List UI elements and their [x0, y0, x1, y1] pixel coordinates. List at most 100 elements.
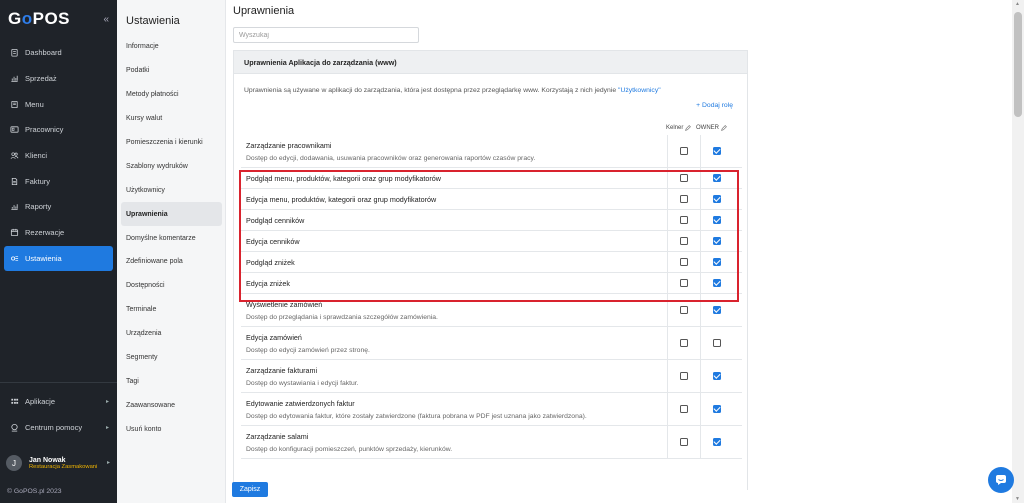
permission-description: Dostęp do edycji zamówień przez stronę.	[246, 347, 370, 354]
submenu-item-7[interactable]: Uprawnienia	[121, 202, 222, 227]
submenu-item-2[interactable]: Metody płatności	[121, 83, 222, 107]
submenu-item-13[interactable]: Segmenty	[121, 346, 222, 370]
kelner-checkbox[interactable]	[680, 405, 688, 413]
gopos-logo[interactable]: GoPOS	[8, 9, 70, 29]
chevron-right-icon: ▸	[105, 424, 109, 431]
kelner-checkbox[interactable]	[680, 174, 688, 182]
document-icon	[9, 177, 19, 186]
chevron-right-icon: ▸	[106, 460, 110, 466]
main-sidebar: GoPOS « Dashboard Sprzedaż Menu Pracownicy K…	[0, 0, 117, 503]
sidebar-divider	[0, 382, 117, 383]
sidebar-item-label: Dashboard	[25, 48, 62, 58]
permission-title: Edycja zamówień	[246, 333, 302, 342]
owner-checkbox[interactable]	[713, 372, 721, 380]
user-name: Jan Nowak	[29, 456, 66, 464]
owner-checkbox[interactable]	[713, 405, 721, 413]
kelner-checkbox[interactable]	[680, 279, 688, 287]
owner-checkbox[interactable]	[713, 174, 721, 182]
owner-checkbox[interactable]	[713, 438, 721, 446]
pencil-icon[interactable]	[721, 125, 727, 131]
sidebar-item-dashboard[interactable]: Dashboard	[0, 40, 117, 66]
page-scrollbar[interactable]: ▲ ▼	[1012, 0, 1024, 503]
owner-checkbox[interactable]	[713, 339, 721, 347]
chat-button[interactable]	[988, 467, 1014, 493]
pencil-icon[interactable]	[685, 125, 692, 131]
kelner-checkbox[interactable]	[680, 339, 688, 347]
submenu-item-12[interactable]: Urządzenia	[121, 322, 222, 346]
users-link[interactable]: "Użytkownicy"	[618, 87, 661, 94]
owner-checkbox[interactable]	[713, 279, 721, 287]
submenu-item-8[interactable]: Domyślne komentarze	[121, 226, 222, 250]
kelner-checkbox[interactable]	[680, 372, 688, 380]
submenu-item-6[interactable]: Użytkownicy	[121, 178, 222, 202]
owner-checkbox[interactable]	[713, 306, 721, 314]
collapse-sidebar-icon[interactable]: «	[103, 14, 109, 25]
sidebar-item-pracownicy[interactable]: Pracownicy	[0, 117, 117, 143]
sidebar-item-centrum-pomocy[interactable]: Centrum pomocy ▸	[0, 414, 117, 440]
kelner-checkbox[interactable]	[680, 216, 688, 224]
submenu-item-16[interactable]: Usuń konto	[121, 417, 222, 441]
permissions-table: Zarządzanie pracownikami Dostęp do edycji…	[241, 135, 742, 459]
column-header-kelner[interactable]: Kelner	[666, 125, 692, 131]
submenu-item-5[interactable]: Szablony wydruków	[121, 154, 222, 178]
owner-checkbox[interactable]	[713, 237, 721, 245]
owner-cell	[700, 360, 733, 392]
sidebar-item-faktury[interactable]: Faktury	[0, 168, 117, 194]
chevron-right-icon: ▸	[105, 398, 109, 405]
kelner-checkbox[interactable]	[680, 195, 688, 203]
owner-cell	[700, 273, 733, 293]
sidebar-item-sprzeda-[interactable]: Sprzedaż	[0, 66, 117, 92]
sidebar-item-label: Ustawienia	[25, 253, 62, 263]
scroll-down-icon[interactable]: ▼	[1015, 496, 1020, 502]
submenu-item-15[interactable]: Zaawansowane	[121, 393, 222, 417]
user-menu[interactable]: J Jan Nowak Restauracja Zasmakowani ▸	[6, 452, 114, 474]
kelner-checkbox[interactable]	[680, 306, 688, 314]
panel-title: Uprawnienia Aplikacja do zarządzania (ww…	[234, 51, 747, 74]
sidebar-nav: Dashboard Sprzedaż Menu Pracownicy Klienci Fa…	[0, 40, 117, 272]
bar-chart-icon	[9, 74, 19, 83]
sidebar-item-label: Klienci	[25, 151, 48, 161]
submenu-item-14[interactable]: Tagi	[121, 369, 222, 393]
kelner-checkbox[interactable]	[680, 147, 688, 155]
column-kelner-label: Kelner	[666, 125, 684, 131]
submenu-item-1[interactable]: Podatki	[121, 59, 222, 83]
submenu-item-9[interactable]: Zdefiniowane pola	[121, 250, 222, 274]
kelner-checkbox[interactable]	[680, 438, 688, 446]
sidebar-item-ustawienia[interactable]: Ustawienia	[4, 245, 113, 272]
owner-checkbox[interactable]	[713, 258, 721, 266]
sidebar-item-label: Menu	[25, 99, 44, 109]
submenu-item-0[interactable]: Informacje	[121, 35, 222, 59]
submenu-item-11[interactable]: Terminale	[121, 298, 222, 322]
search-input[interactable]	[233, 27, 419, 43]
table-row: Zarządzanie pracownikami Dostęp do edycji…	[241, 135, 742, 168]
kelner-checkbox[interactable]	[680, 258, 688, 266]
kelner-checkbox[interactable]	[680, 237, 688, 245]
submenu-list: Informacje Podatki Metody płatności Kursy w…	[121, 35, 222, 441]
owner-cell	[700, 189, 733, 209]
submenu-item-3[interactable]: Kursy walut	[121, 107, 222, 131]
sidebar-item-aplikacje[interactable]: Aplikacje ▸	[0, 388, 117, 414]
sidebar-item-klienci[interactable]: Klienci	[0, 143, 117, 169]
permission-title: Edycja menu, produktów, kategorii oraz g…	[246, 195, 437, 204]
sidebar-item-rezerwacje[interactable]: Rezerwacje	[0, 220, 117, 246]
owner-checkbox[interactable]	[713, 147, 721, 155]
table-row: Zarządzanie fakturami Dostęp do wystawian…	[241, 360, 742, 393]
save-button[interactable]: Zapisz	[232, 482, 268, 497]
sidebar-item-menu[interactable]: Menu	[0, 91, 117, 117]
submenu-item-4[interactable]: Pomieszczenia i kierunki	[121, 131, 222, 155]
add-role-button[interactable]: + Dodaj rolę	[696, 102, 733, 109]
sidebar-item-label: Faktury	[25, 176, 51, 186]
permission-description: Dostęp do wystawiania i edycji faktur.	[246, 380, 359, 387]
column-header-owner[interactable]: OWNER	[696, 125, 727, 131]
scrollbar-thumb[interactable]	[1014, 12, 1022, 117]
permission-title: Zarządzanie salami	[246, 432, 309, 441]
submenu-item-10[interactable]: Dostępności	[121, 274, 222, 298]
table-row: Edycja zniżek	[241, 273, 742, 294]
owner-checkbox[interactable]	[713, 216, 721, 224]
scroll-up-icon[interactable]: ▲	[1015, 1, 1020, 7]
owner-checkbox[interactable]	[713, 195, 721, 203]
sidebar-item-raporty[interactable]: Raporty	[0, 194, 117, 220]
kelner-cell	[667, 327, 700, 359]
owner-cell	[700, 168, 733, 188]
kelner-cell	[667, 168, 700, 188]
